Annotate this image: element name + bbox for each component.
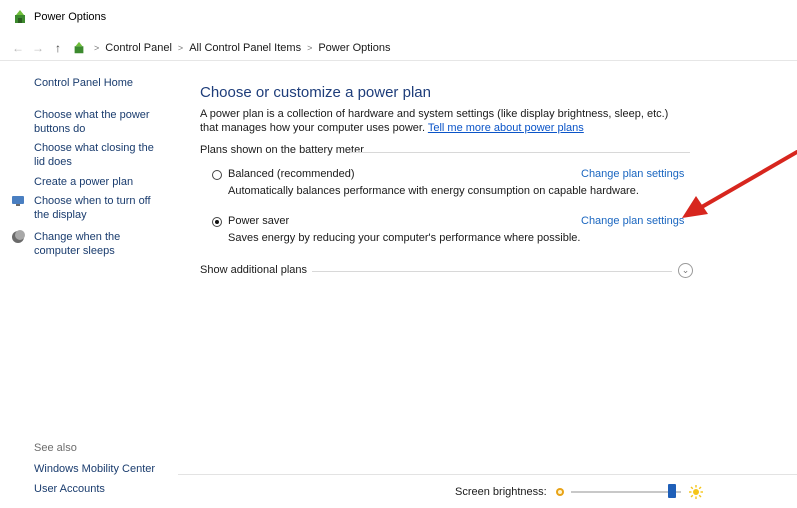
breadcrumb-power-options[interactable]: Power Options [318, 42, 390, 54]
window-title: Power Options [34, 11, 107, 23]
title-bar: Power Options [0, 0, 797, 34]
breadcrumb: > Control Panel > All Control Panel Item… [88, 42, 391, 54]
computer-sleeps-label: Change when the computer sleeps [34, 231, 121, 257]
intro-text: A power plan is a collection of hardware… [200, 107, 670, 135]
breadcrumb-control-panel[interactable]: Control Panel [105, 42, 172, 54]
user-accounts-link[interactable]: User Accounts [34, 482, 105, 496]
see-also-heading: See also [34, 442, 77, 454]
chevron-down-icon[interactable]: ⌄ [678, 263, 693, 278]
slider-thumb[interactable] [668, 484, 677, 498]
moon-icon [12, 230, 25, 243]
plans-group-label: Plans shown on the battery meter [200, 144, 370, 156]
brightness-label: Screen brightness: [455, 486, 547, 498]
dim-sun-icon [555, 488, 564, 496]
radio-power-saver[interactable] [212, 217, 222, 227]
divider [178, 474, 797, 475]
page-title: Choose or customize a power plan [200, 84, 431, 101]
chevron-right-icon: > [177, 43, 184, 53]
radio-balanced[interactable] [212, 170, 222, 180]
plan-power-saver-desc: Saves energy by reducing your computer's… [228, 232, 581, 244]
brightness-slider[interactable] [570, 484, 681, 499]
chevron-right-icon: > [94, 43, 100, 53]
brightness-control: Screen brightness: [455, 484, 703, 499]
sidebar: Control Panel Home Choose what the power… [0, 62, 175, 508]
control-panel-icon [74, 41, 84, 54]
show-additional-plans-label[interactable]: Show additional plans [200, 264, 314, 276]
create-plan-link[interactable]: Create a power plan [34, 175, 133, 189]
closing-lid-link[interactable]: Choose what closing the lid does [34, 141, 164, 169]
display-icon [12, 196, 24, 206]
annotation-arrow [682, 150, 797, 218]
divider [312, 271, 672, 272]
plan-balanced-name[interactable]: Balanced (recommended) [228, 168, 355, 180]
power-buttons-link[interactable]: Choose what the power buttons do [34, 108, 154, 136]
divider [350, 152, 690, 153]
plan-power-saver-name[interactable]: Power saver [228, 215, 289, 227]
power-options-icon [15, 10, 25, 23]
up-arrow-icon[interactable]: ↑ [50, 41, 66, 55]
slider-track [570, 491, 681, 493]
plan-balanced-desc: Automatically balances performance with … [228, 185, 639, 197]
bright-sun-icon [688, 485, 703, 499]
learn-more-link[interactable]: Tell me more about power plans [428, 122, 584, 134]
change-plan-settings-balanced[interactable]: Change plan settings [581, 168, 684, 180]
address-bar: ← → ↑ > Control Panel > All Control Pane… [0, 36, 797, 61]
main-content: Choose or customize a power plan A power… [200, 62, 797, 508]
turn-off-display-link[interactable]: Choose when to turn off the display [12, 194, 166, 222]
change-plan-settings-power-saver[interactable]: Change plan settings [581, 215, 684, 227]
chevron-right-icon: > [307, 43, 313, 53]
forward-arrow-icon[interactable]: → [30, 41, 46, 55]
computer-sleeps-link[interactable]: Change when the computer sleeps [12, 230, 166, 258]
control-panel-home-link[interactable]: Control Panel Home [34, 76, 133, 90]
mobility-center-link[interactable]: Windows Mobility Center [34, 462, 155, 476]
back-arrow-icon[interactable]: ← [10, 41, 26, 55]
turn-off-display-label: Choose when to turn off the display [34, 195, 151, 221]
breadcrumb-all-items[interactable]: All Control Panel Items [189, 42, 301, 54]
